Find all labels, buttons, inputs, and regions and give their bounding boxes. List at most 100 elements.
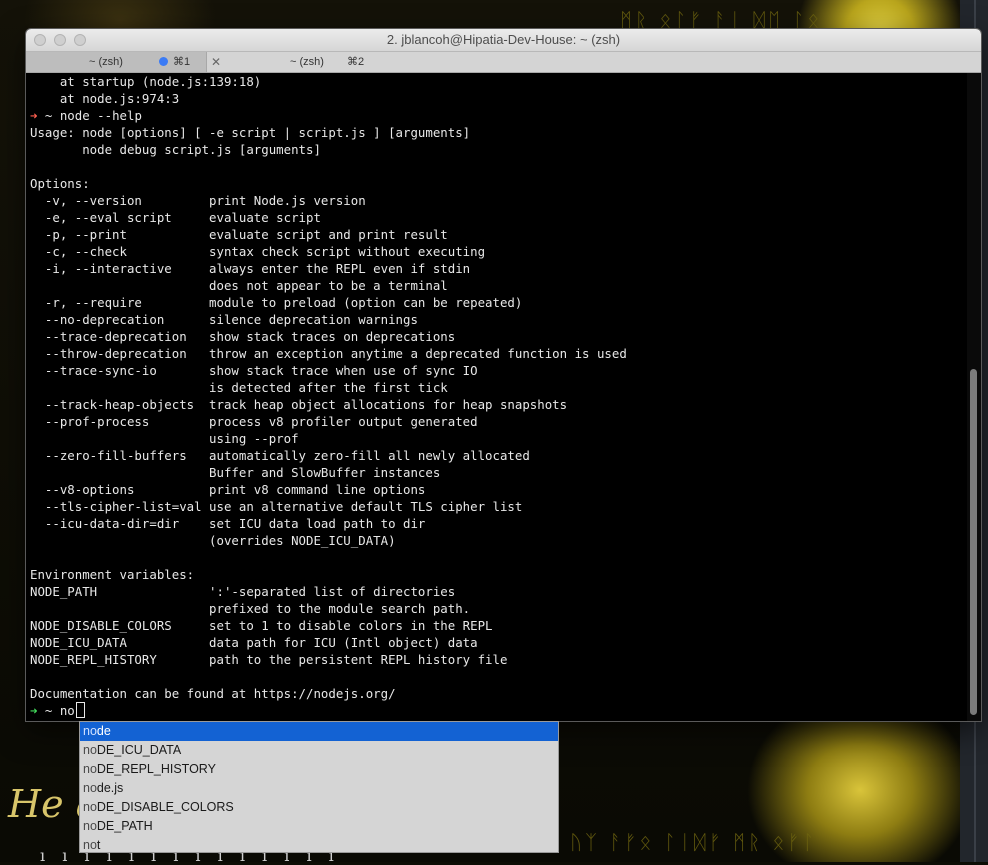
autocomplete-item-match: no <box>83 819 97 833</box>
terminal-line-text: --throw-deprecation throw an exception a… <box>30 346 627 361</box>
terminal-output[interactable]: at startup (node.js:139:18) at node.js:9… <box>26 73 966 721</box>
terminal-line: (overrides NODE_ICU_DATA) <box>30 532 627 549</box>
tab-1-shortcut: ⌘1 <box>173 56 191 68</box>
minimize-window-button[interactable] <box>54 34 66 46</box>
terminal-line: ➜ ~ node --help <box>30 107 627 124</box>
autocomplete-item-rest: DE_REPL_HISTORY <box>96 762 216 776</box>
terminal-line: --tls-cipher-list=val use an alternative… <box>30 498 627 515</box>
terminal-line-text: --tls-cipher-list=val use an alternative… <box>30 499 523 514</box>
terminal-line: -v, --version print Node.js version <box>30 192 627 209</box>
window-titlebar[interactable]: 2. jblancoh@Hipatia-Dev-House: ~ (zsh) <box>26 29 981 52</box>
terminal-line-text: --v8-options print v8 command line optio… <box>30 482 426 497</box>
terminal-line: Options: <box>30 175 627 192</box>
terminal-line: --trace-deprecation show stack traces on… <box>30 328 627 345</box>
scrollbar-thumb[interactable] <box>970 369 977 715</box>
prompt-line[interactable]: ➜ ~ no <box>30 702 627 719</box>
terminal-line-text: -v, --version print Node.js version <box>30 193 366 208</box>
terminal-line-text: Usage: node [options] [ -e script | scri… <box>30 125 471 140</box>
terminal-line: -i, --interactive always enter the REPL … <box>30 260 627 277</box>
terminal-line: NODE_ICU_DATA data path for ICU (Intl ob… <box>30 634 627 651</box>
autocomplete-item[interactable]: node.js <box>80 779 558 798</box>
tab-1-label: ~ (zsh) <box>89 56 123 68</box>
terminal-line: at startup (node.js:139:18) <box>30 73 627 90</box>
terminal-line-text: -c, --check syntax check script without … <box>30 244 486 259</box>
terminal-line-text: NODE_ICU_DATA data path for ICU (Intl ob… <box>30 635 478 650</box>
terminal-line-text: -r, --require module to preload (option … <box>30 295 523 310</box>
terminal-window: 2. jblancoh@Hipatia-Dev-House: ~ (zsh) ~… <box>26 29 981 721</box>
terminal-line: --no-deprecation silence deprecation war… <box>30 311 627 328</box>
terminal-line: -p, --print evaluate script and print re… <box>30 226 627 243</box>
terminal-line: NODE_PATH ':'-separated list of director… <box>30 583 627 600</box>
prompt-input[interactable]: ~ no <box>37 703 75 718</box>
terminal-line-text: Environment variables: <box>30 567 195 582</box>
autocomplete-item[interactable]: noDE_ICU_DATA <box>80 741 558 760</box>
terminal-line-text: node debug script.js [arguments] <box>30 142 321 157</box>
autocomplete-item-match: no <box>83 743 97 757</box>
terminal-line-text: NODE_DISABLE_COLORS set to 1 to disable … <box>30 618 493 633</box>
terminal-scrollbar[interactable] <box>967 73 981 721</box>
terminal-line: Usage: node [options] [ -e script | scri… <box>30 124 627 141</box>
terminal-line-text: at node.js:974:3 <box>30 91 180 106</box>
terminal-line: prefixed to the module search path. <box>30 600 627 617</box>
terminal-line: NODE_REPL_HISTORY path to the persistent… <box>30 651 627 668</box>
autocomplete-item-rest: DE_ICU_DATA <box>96 743 182 757</box>
autocomplete-popup: node noDE_ICU_DATA noDE_REPL_HISTORY node.j… <box>79 721 559 853</box>
terminal-line: Buffer and SlowBuffer instances <box>30 464 627 481</box>
terminal-line-text: ~ node --help <box>37 108 142 123</box>
terminal-line-text: is detected after the first tick <box>30 380 448 395</box>
window-title: 2. jblancoh@Hipatia-Dev-House: ~ (zsh) <box>386 32 621 47</box>
terminal-line: using --prof <box>30 430 627 447</box>
terminal-line-text: --trace-sync-io show stack trace when us… <box>30 363 478 378</box>
terminal-line-text: at startup (node.js:139:18) <box>30 74 262 89</box>
terminal-line: --throw-deprecation throw an exception a… <box>30 345 627 362</box>
autocomplete-item-match: no <box>83 800 97 814</box>
terminal-line: node debug script.js [arguments] <box>30 141 627 158</box>
terminal-line-text: --track-heap-objects track heap object a… <box>30 397 568 412</box>
terminal-line: Documentation can be found at https://no… <box>30 685 627 702</box>
autocomplete-item[interactable]: not <box>80 836 558 855</box>
terminal-line-text: does not appear to be a terminal <box>30 278 448 293</box>
terminal-line: does not appear to be a terminal <box>30 277 627 294</box>
tab-2-shortcut: ⌘2 <box>347 56 365 68</box>
terminal-line-text: --zero-fill-buffers automatically zero-f… <box>30 448 530 463</box>
autocomplete-item[interactable]: noDE_PATH <box>80 817 558 836</box>
terminal-line-text: --trace-deprecation show stack traces on… <box>30 329 456 344</box>
terminal-line-text: NODE_PATH ':'-separated list of director… <box>30 584 456 599</box>
terminal-line-text: -p, --print evaluate script and print re… <box>30 227 448 242</box>
tab-bar: ~ (zsh) ⌘1 ✕ ~ (zsh) ⌘2 <box>26 52 981 73</box>
tab-1[interactable]: ~ (zsh) ⌘1 <box>26 52 207 72</box>
terminal-line-text: -e, --eval script evaluate script <box>30 210 321 225</box>
autocomplete-item-match: no <box>83 838 97 852</box>
autocomplete-item-match: no <box>83 781 97 795</box>
autocomplete-item-match: no <box>83 724 97 738</box>
terminal-line: --track-heap-objects track heap object a… <box>30 396 627 413</box>
activity-dot-icon <box>159 57 168 66</box>
autocomplete-item[interactable]: noDE_DISABLE_COLORS <box>80 798 558 817</box>
autocomplete-item[interactable]: node <box>80 722 558 741</box>
tab-2[interactable]: ✕ ~ (zsh) ⌘2 <box>207 52 981 72</box>
terminal-line-text: NODE_REPL_HISTORY path to the persistent… <box>30 652 508 667</box>
terminal-line-text: using --prof <box>30 431 299 446</box>
wallpaper-glyphs-bottom: ᚢᛉ ᚨᚠᛟ ᛚᛁᛞᚠ ᛗᚱ ᛟᚠᛚ <box>570 830 818 854</box>
close-window-button[interactable] <box>34 34 46 46</box>
terminal-line: --prof-process process v8 profiler outpu… <box>30 413 627 430</box>
terminal-line: --icu-data-dir=dir set ICU data load pat… <box>30 515 627 532</box>
terminal-line: -r, --require module to preload (option … <box>30 294 627 311</box>
terminal-line-text: (overrides NODE_ICU_DATA) <box>30 533 396 548</box>
autocomplete-item-rest: t <box>96 838 101 852</box>
terminal-line-text: Buffer and SlowBuffer instances <box>30 465 441 480</box>
terminal-line-text: --no-deprecation silence deprecation war… <box>30 312 418 327</box>
zoom-window-button[interactable] <box>74 34 86 46</box>
autocomplete-item-rest: de.js <box>96 781 124 795</box>
terminal-line-text: -i, --interactive always enter the REPL … <box>30 261 471 276</box>
terminal-line: NODE_DISABLE_COLORS set to 1 to disable … <box>30 617 627 634</box>
autocomplete-item-rest: de <box>96 724 111 738</box>
terminal-line: -c, --check syntax check script without … <box>30 243 627 260</box>
autocomplete-item-match: no <box>83 762 97 776</box>
autocomplete-item[interactable]: noDE_REPL_HISTORY <box>80 760 558 779</box>
terminal-line: -e, --eval script evaluate script <box>30 209 627 226</box>
terminal-line: is detected after the first tick <box>30 379 627 396</box>
